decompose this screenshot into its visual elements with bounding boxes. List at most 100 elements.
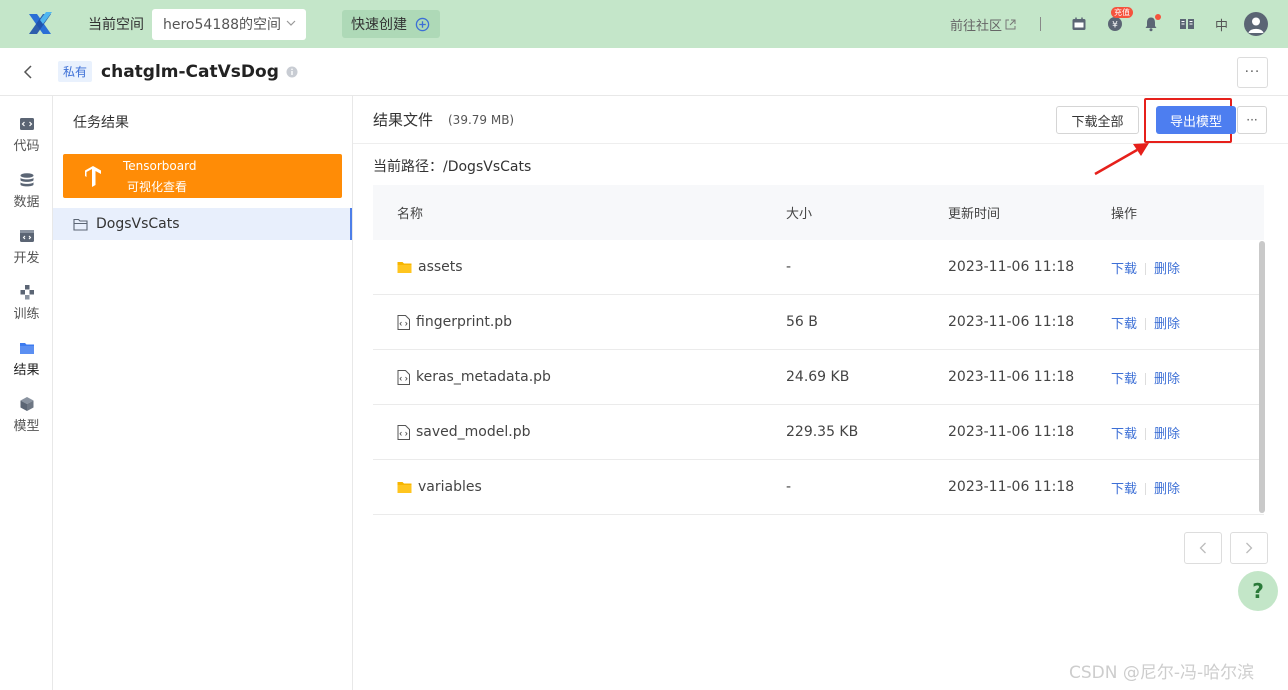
watermark: CSDN @尼尔-冯-哈尔滨 [1069, 663, 1255, 683]
delete-link[interactable]: 删除 [1154, 317, 1180, 332]
file-name-cell[interactable]: saved_model.pb [373, 424, 786, 440]
file-name: assets [418, 259, 463, 275]
chevron-down-icon [286, 20, 296, 26]
file-size: 56 B [786, 314, 818, 330]
file-name: saved_model.pb [416, 424, 531, 440]
nav-item-model[interactable]: 模型 [0, 396, 53, 434]
language-switch[interactable]: 中 [1215, 15, 1228, 34]
row-actions: 下载 删除 [1111, 258, 1261, 277]
nav-item-code[interactable]: 代码 [0, 116, 53, 154]
delete-link[interactable]: 删除 [1154, 427, 1180, 442]
table-row: assets - 2023-11-06 11:18 下载 删除 [373, 240, 1264, 295]
download-link[interactable]: 下载 [1111, 482, 1137, 497]
delete-link[interactable]: 删除 [1154, 482, 1180, 497]
nav-label: 数据 [13, 195, 40, 210]
delete-link[interactable]: 删除 [1154, 372, 1180, 387]
quick-create-button[interactable]: 快速创建 [342, 10, 440, 38]
download-link[interactable]: 下载 [1111, 427, 1137, 442]
main-header: 结果文件 (39.79 MB) 下载全部 导出模型 ··· [353, 96, 1288, 144]
avatar[interactable] [1244, 12, 1268, 36]
folder-item-dogsvscats[interactable]: DogsVsCats [53, 208, 352, 240]
chevron-left-icon [1199, 542, 1206, 554]
nav-item-train[interactable]: 训练 [0, 284, 53, 322]
file-time: 2023-11-06 11:18 [948, 314, 1075, 330]
divider [1145, 262, 1147, 275]
tensorflow-icon [85, 166, 101, 187]
project-titlebar: 私有 chatglm-CatVsDog ··· [0, 48, 1288, 96]
nav-label: 训练 [13, 307, 40, 322]
export-model-button[interactable]: 导出模型 [1156, 106, 1236, 134]
annotation-arrow-icon [1094, 143, 1149, 176]
divider [1145, 482, 1147, 495]
current-path: 当前路径：/DogsVsCats [373, 159, 532, 175]
tensorboard-sublabel: 可视化查看 [127, 180, 188, 194]
result-files-title: 结果文件 [373, 111, 434, 129]
col-time: 更新时间 [948, 207, 1001, 222]
table-row: fingerprint.pb 56 B 2023-11-06 11:18 下载 删… [373, 295, 1264, 350]
quick-create-label: 快速创建 [351, 17, 407, 33]
table-scrollbar[interactable] [1259, 241, 1265, 513]
space-label: 当前空间 [88, 17, 144, 33]
nav-item-dev[interactable]: 开发 [0, 228, 53, 266]
file-name-cell[interactable]: assets [373, 259, 786, 275]
tensorboard-button[interactable]: Tensorboard 可视化查看 [63, 154, 342, 198]
file-name-cell[interactable]: fingerprint.pb [373, 314, 786, 330]
svg-text:¥: ¥ [1112, 21, 1118, 31]
calendar-icon[interactable] [1071, 16, 1087, 32]
file-size: 229.35 KB [786, 424, 859, 440]
info-icon[interactable] [286, 66, 298, 78]
row-actions: 下载 删除 [1111, 423, 1261, 442]
folder-icon [397, 481, 412, 493]
file-name: fingerprint.pb [416, 314, 513, 330]
prev-page-button[interactable] [1184, 532, 1222, 564]
external-link-icon [1005, 19, 1016, 29]
chevron-right-icon [1246, 542, 1253, 554]
cube-icon [20, 397, 33, 411]
file-time: 2023-11-06 11:18 [948, 259, 1075, 275]
space-value: hero54188的空间 [163, 17, 282, 33]
nav-label: 模型 [13, 419, 40, 434]
file-name-cell[interactable]: variables [373, 479, 786, 495]
folder-icon [397, 261, 412, 273]
file-name-cell[interactable]: keras_metadata.pb [373, 369, 786, 385]
space-select[interactable]: hero54188的空间 [152, 8, 306, 40]
download-link[interactable]: 下载 [1111, 317, 1137, 332]
notifications-button[interactable] [1143, 14, 1161, 32]
result-files-size: (39.79 MB) [448, 113, 515, 127]
download-all-button[interactable]: 下载全部 [1056, 106, 1139, 134]
nav-label: 开发 [13, 251, 40, 266]
project-more-button[interactable]: ··· [1237, 57, 1268, 88]
community-link[interactable]: 前往社区 [950, 15, 1016, 34]
nav-item-data[interactable]: 数据 [0, 172, 53, 210]
book-icon[interactable] [1179, 16, 1195, 32]
notification-dot [1154, 14, 1161, 20]
download-link[interactable]: 下载 [1111, 262, 1137, 277]
back-arrow-icon[interactable] [22, 64, 34, 79]
code-icon [19, 118, 34, 130]
more-actions-button[interactable]: ··· [1237, 106, 1267, 134]
folder-item-label: DogsVsCats [96, 216, 180, 232]
divider [1039, 17, 1041, 31]
nav-item-results[interactable]: 结果 [0, 340, 53, 378]
row-actions: 下载 删除 [1111, 313, 1261, 332]
delete-link[interactable]: 删除 [1154, 262, 1180, 277]
left-nav: 代码 数据 开发 训练 结果 模型 [0, 96, 53, 690]
file-size: 24.69 KB [786, 369, 850, 385]
plus-circle-icon [415, 17, 430, 31]
logo-icon[interactable] [26, 10, 54, 38]
help-button[interactable]: ? [1238, 571, 1278, 611]
next-page-button[interactable] [1230, 532, 1268, 564]
file-time: 2023-11-06 11:18 [948, 479, 1075, 495]
download-link[interactable]: 下载 [1111, 372, 1137, 387]
folder-outline-icon [73, 218, 88, 231]
private-tag: 私有 [58, 61, 93, 82]
tensorboard-label: Tensorboard [123, 159, 197, 173]
table-row: variables - 2023-11-06 11:18 下载 删除 [373, 460, 1264, 515]
recharge-button[interactable]: ¥ 充值 [1107, 7, 1133, 32]
table-header: 名称 大小 更新时间 操作 [373, 185, 1264, 240]
user-icon [1248, 17, 1264, 33]
code-file-icon [397, 314, 410, 330]
file-size: - [786, 479, 792, 495]
project-title: chatglm-CatVsDog [101, 61, 279, 82]
task-results-title: 任务结果 [73, 115, 129, 131]
